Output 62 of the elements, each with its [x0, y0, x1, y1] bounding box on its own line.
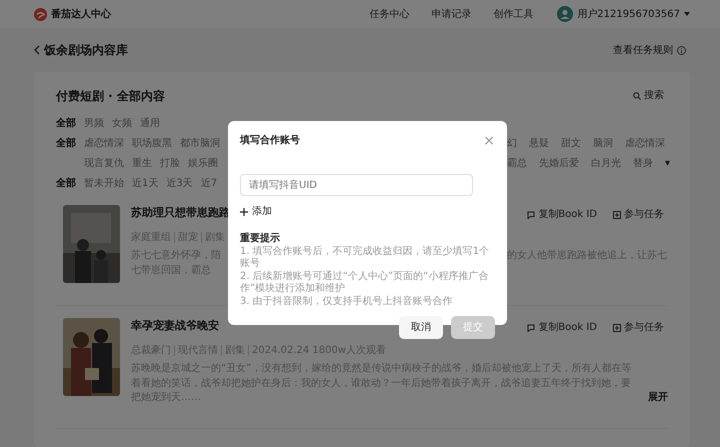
- expand-link[interactable]: 展开: [648, 391, 668, 406]
- filter-option[interactable]: 暂未开始: [84, 176, 124, 190]
- cancel-button[interactable]: 取消: [399, 316, 443, 339]
- filter-option[interactable]: 近7: [200, 176, 218, 190]
- filter-option[interactable]: 虐恋情深: [625, 136, 665, 150]
- info-icon: [677, 46, 686, 54]
- search-icon: [633, 92, 641, 100]
- filter-option[interactable]: 现言复仇: [84, 156, 124, 170]
- filter-option[interactable]: 霸总: [507, 156, 527, 170]
- nav-link[interactable]: 创作工具: [493, 6, 534, 22]
- notes-heading: 重要提示: [240, 232, 281, 246]
- filter-option[interactable]: 女频: [112, 116, 132, 130]
- nav-link[interactable]: 申请记录: [431, 6, 472, 22]
- drama-title[interactable]: 幸孕宠妻战爷晚安: [131, 318, 219, 334]
- note-text: 3. 由于抖音限制，仅支持手机号上抖音账号合作: [240, 296, 454, 308]
- filter-option[interactable]: 打脸: [160, 156, 180, 170]
- join-task-button[interactable]: 参与任务: [609, 205, 668, 224]
- filter-option[interactable]: 重生: [132, 156, 152, 170]
- filter-option[interactable]: 先婚后爱: [539, 156, 579, 170]
- join-task-button[interactable]: 参与任务: [609, 318, 668, 337]
- search-button[interactable]: 搜索: [629, 86, 668, 105]
- copy-id-button[interactable]: 复制Book ID: [523, 318, 601, 337]
- chat-icon: [527, 324, 536, 332]
- expand-caret[interactable]: ▾: [665, 156, 670, 170]
- filter-option[interactable]: 甜文: [561, 136, 581, 150]
- filter-option[interactable]: 通用: [140, 116, 160, 130]
- nav-link[interactable]: 任务中心: [369, 6, 410, 22]
- user-name[interactable]: 用户2121956703567: [577, 6, 680, 22]
- filter-option[interactable]: 白月光: [591, 156, 621, 170]
- plus-square-icon: [613, 324, 621, 332]
- dialog-title: 填写合作账号: [240, 134, 300, 148]
- filter-option[interactable]: 替身: [633, 156, 653, 170]
- filter-option[interactable]: 都市脑洞: [180, 136, 220, 150]
- note-text: 1. 填写合作账号后，不可完成收益归因，请至少填写1个账号: [240, 246, 490, 270]
- filter-option[interactable]: 虐恋情深: [84, 136, 124, 150]
- filter-option[interactable]: 近3天: [166, 176, 193, 190]
- panel-title: 付费短剧 · 全部内容: [56, 88, 165, 104]
- uid-input-field[interactable]: 请填写抖音UID: [240, 174, 473, 196]
- copy-id-button[interactable]: 复制Book ID: [523, 205, 601, 224]
- note-text: 2. 后续新增账号可通过“个人中心”页面的“小程序推广合作”模块进行添加和维护: [240, 270, 490, 296]
- logo-icon: [34, 8, 47, 20]
- plus-icon: [240, 208, 248, 216]
- filter-option[interactable]: 全部: [56, 116, 76, 130]
- filter-option[interactable]: 近1天: [132, 176, 158, 190]
- filter-option[interactable]: 幻: [507, 136, 517, 150]
- filter-option[interactable]: 男频: [84, 116, 104, 130]
- filter-option[interactable]: 悬疑: [529, 136, 549, 150]
- filter-option[interactable]: 职场腹黑: [132, 136, 172, 150]
- page-title: 饭余剧场内容库: [44, 42, 128, 59]
- rules-link[interactable]: 查看任务规则: [613, 42, 673, 58]
- filter-option[interactable]: 脑洞: [593, 136, 613, 150]
- filter-option[interactable]: 全部: [56, 176, 76, 190]
- logo-text: 番茄达人中心: [51, 7, 111, 22]
- plus-square-icon: [613, 210, 621, 218]
- filter-option[interactable]: 娱乐圈: [188, 156, 218, 170]
- back-icon[interactable]: [34, 45, 40, 55]
- avatar-icon: [557, 6, 574, 22]
- add-button[interactable]: 添加: [240, 204, 272, 219]
- close-button[interactable]: ×: [483, 134, 495, 148]
- chat-icon: [527, 210, 536, 218]
- caret-icon[interactable]: [684, 12, 690, 16]
- filter-option[interactable]: 全部: [56, 136, 76, 150]
